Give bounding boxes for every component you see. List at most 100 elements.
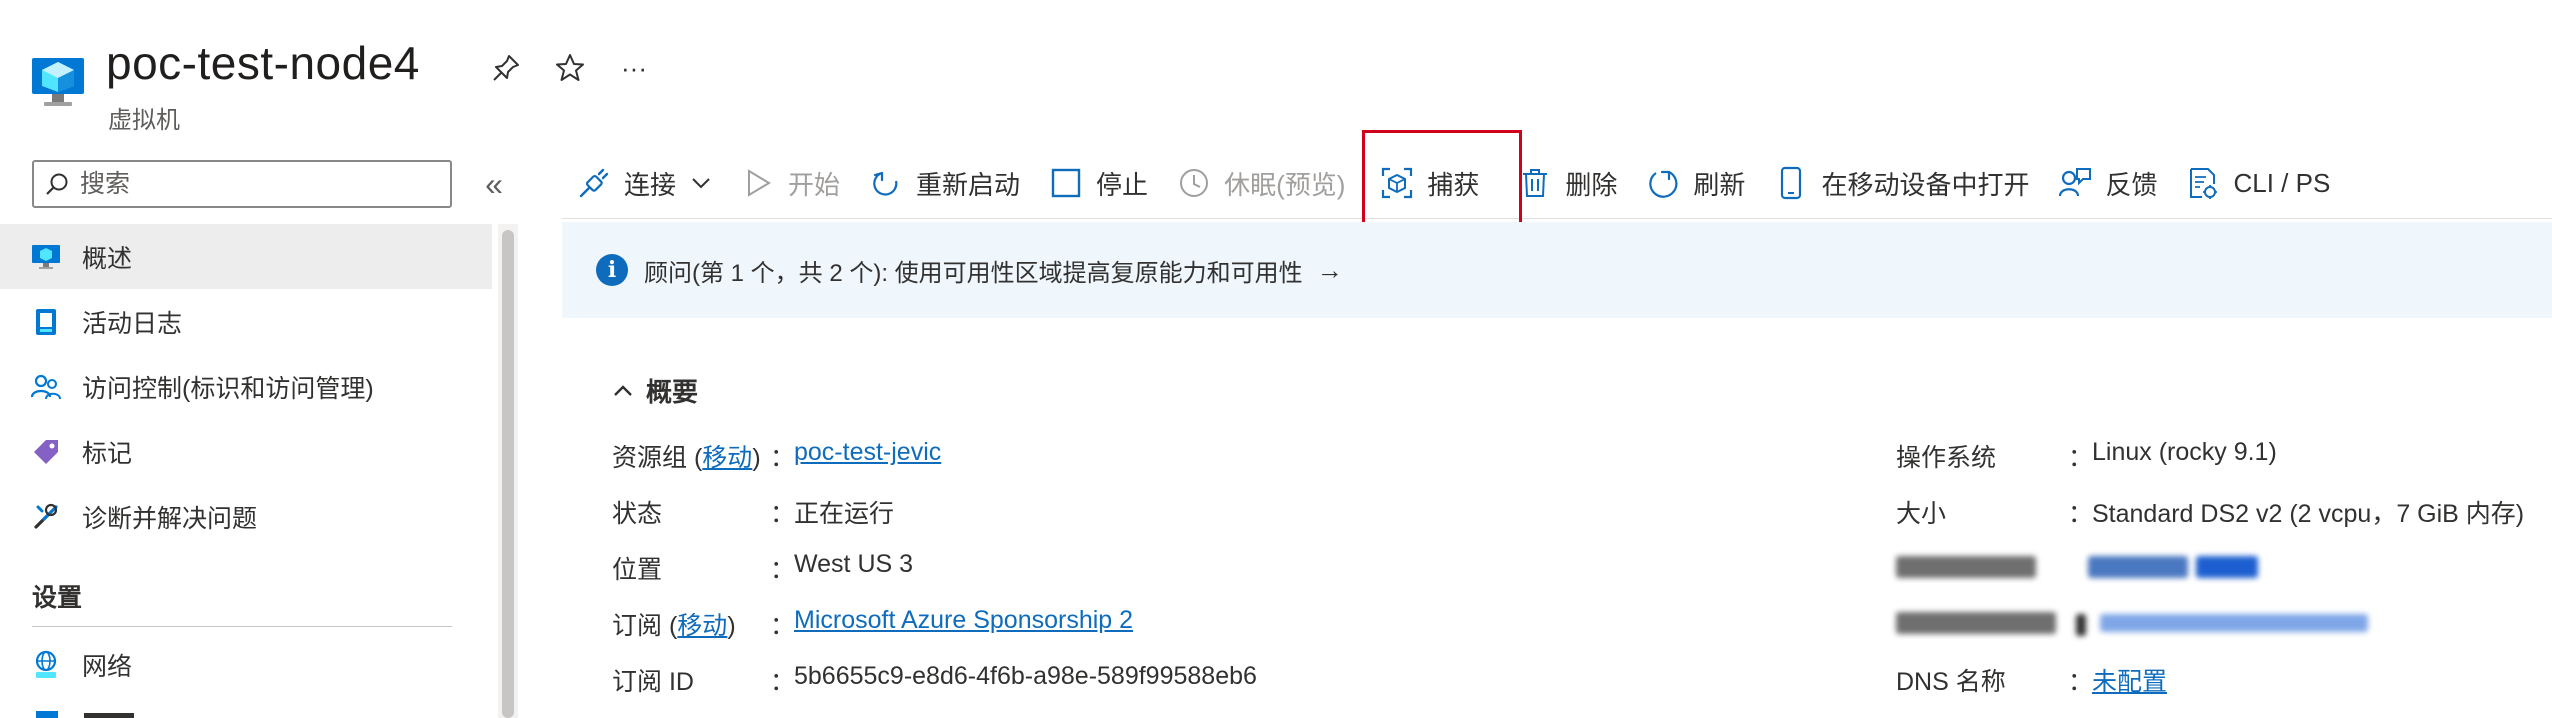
tag-icon [30, 436, 62, 468]
sidebar-section-settings: 设置 [32, 584, 83, 612]
arrow-right-icon: → [1316, 254, 1343, 285]
sidebar-nav: 概述 活动日志 访问控制(标识和访问管理) 标记 诊断并解决问题 [0, 224, 492, 549]
subscription-label: 订阅 [612, 612, 663, 640]
subscription-id-label: 订阅 ID [612, 668, 694, 696]
feedback-button[interactable]: 反馈 [2043, 150, 2171, 216]
sidebar-item-partial [30, 706, 150, 718]
open-mobile-label: 在移动设备中打开 [1821, 169, 2030, 200]
monitor-icon [30, 241, 62, 273]
colon: ： [2068, 500, 2094, 528]
connect-label: 连接 [624, 169, 677, 200]
resource-group-link[interactable]: poc-test-jevic [794, 438, 941, 466]
sidebar-item-label: 访问控制(标识和访问管理) [82, 374, 374, 403]
chevron-up-icon [614, 384, 632, 396]
favorite-button[interactable] [550, 48, 590, 88]
redacted-value [2088, 556, 2188, 578]
chevron-down-icon [692, 178, 710, 189]
hibernate-button[interactable]: 休眠(预览) [1162, 150, 1359, 216]
mobile-icon [1773, 165, 1809, 201]
cli-ps-label: CLI / PS [2233, 167, 2331, 198]
advisor-banner[interactable]: i 顾问(第 1 个，共 2 个): 使用可用性区域提高复原能力和可用性 → [562, 222, 2552, 318]
delete-label: 删除 [1565, 169, 1618, 200]
info-icon: i [596, 254, 628, 286]
star-icon [556, 54, 584, 81]
sidebar-item-network[interactable]: 网络 [0, 632, 492, 697]
pin-icon [493, 55, 519, 81]
colon: ： [770, 612, 796, 640]
resource-group-label: 资源组 [612, 444, 688, 472]
restart-icon [868, 165, 904, 201]
search-icon [46, 173, 68, 195]
hibernate-label: 休眠(预览) [1224, 169, 1346, 200]
trash-icon [1517, 165, 1553, 201]
refresh-label: 刷新 [1693, 169, 1746, 200]
sidebar-search[interactable] [32, 160, 452, 208]
collapse-sidebar-button[interactable]: « [474, 162, 514, 206]
colon: ： [770, 500, 796, 528]
subscription-move-link[interactable]: 移动 [677, 612, 727, 640]
status-value: 正在运行 [794, 500, 895, 528]
advisor-banner-text: 顾问(第 1 个，共 2 个): 使用可用性区域提高复原能力和可用性 [644, 259, 1303, 287]
location-value: West US 3 [794, 550, 914, 578]
page-title: poc-test-node4 [106, 37, 420, 89]
size-value: Standard DS2 v2 (2 vcpu，7 GiB 内存) [2092, 500, 2525, 528]
pin-button[interactable] [486, 48, 526, 88]
redacted-value [2100, 614, 2368, 632]
more-icon: ··· [621, 52, 647, 83]
stop-icon [1048, 165, 1084, 201]
sidebar-item-label: 概述 [82, 244, 133, 273]
capture-icon [1379, 165, 1415, 201]
open-mobile-button[interactable]: 在移动设备中打开 [1759, 150, 2043, 216]
resource-group-move-link[interactable]: 移动 [702, 444, 752, 472]
redacted-value [2196, 556, 2258, 578]
os-label: 操作系统 [1896, 444, 1997, 472]
dns-configure-link[interactable]: 未配置 [2092, 668, 2167, 696]
sidebar-item-activity-log[interactable]: 活动日志 [0, 289, 492, 354]
feedback-icon [2057, 165, 2093, 201]
size-label: 大小 [1896, 500, 1947, 528]
restart-button[interactable]: 重新启动 [854, 150, 1034, 216]
os-value: Linux (rocky 9.1) [2092, 438, 2277, 466]
colon: ： [770, 668, 796, 696]
refresh-button[interactable]: 刷新 [1631, 150, 1759, 216]
stop-button[interactable]: 停止 [1034, 150, 1162, 216]
status-label: 状态 [612, 500, 663, 528]
start-button[interactable]: 开始 [726, 150, 854, 216]
log-icon [30, 306, 62, 338]
sidebar-item-access-control[interactable]: 访问控制(标识和访问管理) [0, 354, 492, 419]
restart-label: 重新启动 [916, 169, 1021, 200]
colon: ： [770, 556, 796, 584]
location-label: 位置 [612, 556, 663, 584]
delete-button[interactable]: 删除 [1503, 150, 1631, 216]
redacted-label [1896, 556, 2036, 578]
sidebar-divider [32, 626, 452, 627]
colon: ： [2068, 444, 2094, 472]
double-chevron-left-icon: « [485, 165, 503, 202]
essentials-heading: 概要 [646, 377, 699, 407]
capture-button[interactable]: 捕获 [1365, 150, 1493, 216]
capture-label: 捕获 [1427, 169, 1480, 200]
dns-label: DNS 名称 [1896, 668, 2006, 696]
script-icon [2185, 165, 2221, 201]
resource-group-label-group: 资源组 (移动) [612, 438, 761, 474]
search-input[interactable] [80, 169, 440, 199]
subscription-link[interactable]: Microsoft Azure Sponsorship 2 [794, 606, 1133, 634]
sidebar-item-label: 网络 [82, 652, 133, 681]
sidebar-item-overview[interactable]: 概述 [0, 224, 492, 289]
wrench-icon [30, 501, 62, 533]
essentials-toggle[interactable]: 概要 [612, 372, 698, 409]
subscription-label-group: 订阅 (移动) [612, 606, 736, 642]
sidebar-nav-settings: 网络 [0, 632, 492, 697]
connect-button[interactable]: 连接 [562, 150, 726, 216]
sidebar-item-tags[interactable]: 标记 [0, 419, 492, 484]
sidebar-scrollbar-thumb[interactable] [502, 230, 514, 718]
more-button[interactable]: ··· [614, 48, 654, 88]
colon: ： [770, 444, 796, 472]
cli-ps-button[interactable]: CLI / PS [2171, 150, 2344, 216]
redacted-label [1896, 612, 2056, 634]
plug-icon [576, 165, 612, 201]
stop-label: 停止 [1096, 169, 1149, 200]
vm-overview-page: poc-test-node4 虚拟机 ··· « 概述 活动日志 [0, 0, 2552, 718]
play-icon [740, 165, 776, 201]
sidebar-item-diagnose[interactable]: 诊断并解决问题 [0, 484, 492, 549]
